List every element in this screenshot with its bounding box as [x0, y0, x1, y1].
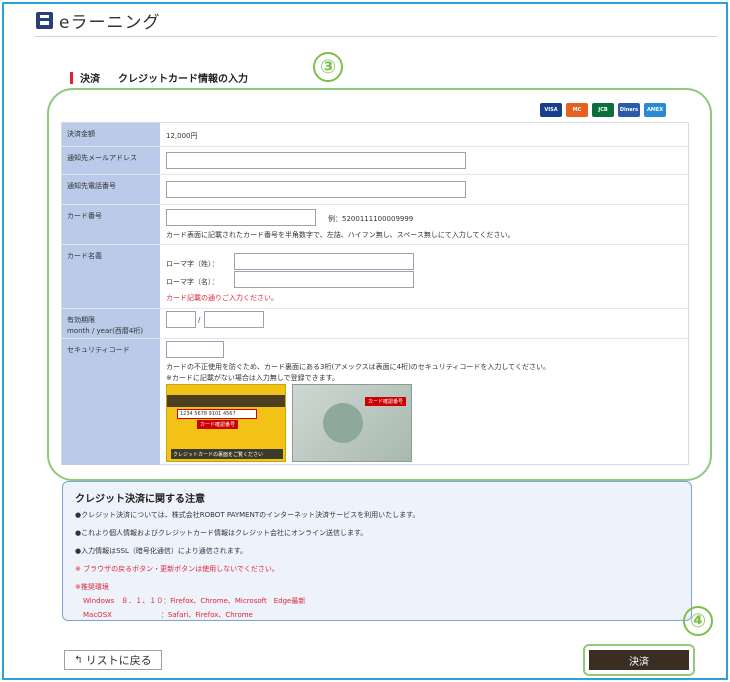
row-email: 通知先メールアドレス: [62, 147, 688, 175]
notice-env-mac: MacOSX ：Safari、Firefox、Chrome: [83, 611, 253, 619]
card-back-caption: クレジットカードの裏面をご覧ください: [171, 449, 283, 459]
section-title: 決済 クレジットカード情報の入力: [70, 70, 248, 85]
row-card-name: カード名義 ローマ字（姓）： ローマ字（名）： カード記載の通りご入力ください。: [62, 245, 688, 309]
expiry-label: 有効期限 month / year(西暦4桁): [62, 309, 160, 338]
notice-line: ●入力情報はSSL（暗号化通信）により通信されます。: [75, 547, 248, 555]
card-name-label: カード名義: [62, 245, 160, 308]
back-to-list-button[interactable]: ↰ リストに戻る: [64, 650, 162, 670]
notice-line: ●これより個人情報およびクレジットカード情報はクレジット会社にオンライン送信しま…: [75, 529, 368, 537]
expiry-year-field[interactable]: [204, 311, 264, 328]
section-heading: クレジットカード情報の入力: [118, 74, 248, 85]
amount-label: 決済金額: [62, 123, 160, 146]
step-4-marker: ④: [683, 606, 713, 636]
card-name-note: カード記載の通りご入力ください。: [166, 294, 278, 302]
phone-field[interactable]: [166, 181, 466, 198]
row-expiry: 有効期限 month / year(西暦4桁) /: [62, 309, 688, 339]
card-number-example: 例：5200111100009999: [328, 215, 414, 223]
email-field[interactable]: [166, 152, 466, 169]
back-button-label: リストに戻る: [85, 654, 152, 667]
accepted-card-brands: VISA MC JCB Diners AMEX: [540, 103, 666, 117]
notice-env-heading: ※推奨環境: [75, 583, 109, 591]
step-3-marker: ③: [313, 52, 343, 82]
card-brand-amex-icon: AMEX: [644, 103, 666, 117]
notice-title: クレジット決済に関する注意: [75, 494, 205, 505]
notice-env-windows: Windows ８．１、１０：Firefox、Chrome、Microsoft …: [83, 597, 306, 605]
section-label: 決済: [80, 74, 100, 85]
card-back-sample-image: 1234 5678 9101 4567 カード確認番号 クレジットカードの裏面を…: [166, 384, 286, 462]
row-phone: 通知先電話番号: [62, 175, 688, 205]
row-amount: 決済金額 12,000円: [62, 123, 688, 147]
app-header: eラーニング: [36, 8, 160, 33]
security-code-field[interactable]: [166, 341, 224, 358]
card-number-hint: カード表面に記載されたカード番号を半角数字で、左詰、ハイフン無し、スペース無しに…: [166, 231, 515, 239]
expiry-label-line2: month / year(西暦4桁): [67, 327, 144, 335]
notice-line: ●クレジット決済については、株式会社ROBOT PAYMENTのインターネット決…: [75, 511, 420, 519]
phone-label: 通知先電話番号: [62, 175, 160, 204]
credit-notice-panel: クレジット決済に関する注意 ●クレジット決済については、株式会社ROBOT PA…: [62, 481, 692, 621]
card-number-label: カード番号: [62, 205, 160, 244]
expiry-month-field[interactable]: [166, 311, 196, 328]
amex-code-tag: カード確認番号: [365, 397, 407, 406]
pay-button[interactable]: 決済: [589, 650, 689, 670]
notice-warning: ※ ブラウザの戻るボタン・更新ボタンは使用しないでください。: [75, 565, 279, 573]
expiry-separator: /: [198, 316, 201, 324]
security-hint-optional: ※カードに記載がない場合は入力無しで登録できます。: [166, 374, 339, 382]
last-name-field[interactable]: [234, 253, 414, 270]
security-hint: カードの不正使用を防ぐため、カード裏面にある3桁(アメックスは表面に4桁)のセキ…: [166, 363, 550, 371]
amount-value: 12,000円: [166, 132, 198, 140]
card-number-field[interactable]: [166, 209, 316, 226]
app-title: eラーニング: [59, 13, 161, 33]
card-brand-visa-icon: VISA: [540, 103, 562, 117]
header-divider: [34, 36, 718, 37]
row-security-code: セキュリティコード カードの不正使用を防ぐため、カード裏面にある3桁(アメックス…: [62, 339, 688, 465]
email-label: 通知先メールアドレス: [62, 147, 160, 174]
first-name-label: ローマ字（名）：: [166, 278, 219, 286]
first-name-field[interactable]: [234, 271, 414, 288]
amex-front-sample-image: カード確認番号: [292, 384, 412, 462]
last-name-label: ローマ字（姓）：: [166, 260, 219, 268]
section-accent-bar: [70, 71, 73, 84]
expiry-label-line1: 有効期限: [67, 316, 95, 324]
card-brand-diners-icon: Diners: [618, 103, 640, 117]
card-brand-mc-icon: MC: [566, 103, 588, 117]
back-arrow-icon: ↰: [74, 654, 83, 666]
app-logo-icon: [36, 12, 53, 29]
security-code-label: セキュリティコード: [62, 339, 160, 465]
card-back-number: 1234 5678 9101 4567: [177, 409, 257, 419]
row-card-number: カード番号 例：5200111100009999 カード表面に記載されたカード番…: [62, 205, 688, 245]
card-brand-jcb-icon: JCB: [592, 103, 614, 117]
credit-card-form: 決済金額 12,000円 通知先メールアドレス 通知先電話番号 カード番号 例：…: [61, 122, 689, 465]
card-back-code-tag: カード確認番号: [197, 420, 239, 429]
